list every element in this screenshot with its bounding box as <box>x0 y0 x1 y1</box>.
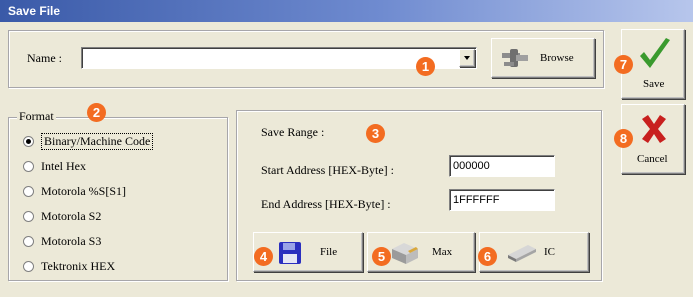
callout-badge-2: 2 <box>87 103 106 122</box>
browse-icon <box>502 49 528 67</box>
save-range-label: Save Range : <box>261 125 325 139</box>
browse-button[interactable]: Browse <box>491 38 595 78</box>
window-title: Save File <box>8 4 61 18</box>
end-address-input[interactable] <box>449 189 555 211</box>
chip-icon <box>508 245 536 262</box>
format-option-label: Intel Hex <box>41 158 86 173</box>
format-option-label: Motorola %S[S1] <box>41 183 126 198</box>
radio[interactable] <box>23 235 34 247</box>
callout-badge-1: 1 <box>416 57 435 76</box>
callout-badge-6: 6 <box>478 247 497 266</box>
start-address-input[interactable] <box>449 155 555 177</box>
radio[interactable] <box>23 260 34 272</box>
format-option-label: Binary/Machine Code <box>41 132 154 150</box>
max-label: Max <box>432 246 453 258</box>
format-option-intel-hex[interactable]: Intel Hex <box>23 157 86 175</box>
format-option-binary[interactable]: Binary/Machine Code <box>23 132 154 150</box>
format-option-tektronix[interactable]: Tektronix HEX <box>23 257 115 275</box>
ic-label: IC <box>544 246 555 258</box>
callout-badge-3: 3 <box>366 124 385 143</box>
radio[interactable] <box>23 210 34 222</box>
callout-badge-7: 7 <box>614 55 633 74</box>
callout-badge-8: 8 <box>614 129 633 148</box>
name-panel: Name : Browse <box>8 30 604 88</box>
floppy-disk-icon <box>279 242 301 264</box>
format-option-motorola-s2[interactable]: Motorola S2 <box>23 207 101 225</box>
chevron-down-icon <box>464 56 470 60</box>
max-box-icon <box>392 243 418 264</box>
format-option-label: Motorola S2 <box>41 208 102 223</box>
end-address-label: End Address [HEX-Byte] : <box>261 197 391 211</box>
format-option-label: Tektronix HEX <box>41 258 116 273</box>
start-address-label: Start Address [HEX-Byte] : <box>261 163 394 177</box>
callout-badge-5: 5 <box>372 247 391 266</box>
format-option-label: Motorola S3 <box>41 233 102 248</box>
checkmark-icon <box>640 38 670 68</box>
radio[interactable] <box>23 185 34 197</box>
save-range-group: Save Range : Start Address [HEX-Byte] : … <box>236 110 602 281</box>
radio-selected[interactable] <box>23 135 34 147</box>
close-icon <box>642 115 666 143</box>
save-file-dialog: Name : Browse 1 Format Binary/Machine Co <box>0 22 693 297</box>
format-legend: Format <box>17 109 56 124</box>
callout-badge-4: 4 <box>254 247 273 266</box>
format-option-motorola-s1[interactable]: Motorola %S[S1] <box>23 182 126 200</box>
format-group: Format Binary/Machine Code Intel Hex Mot… <box>8 109 228 281</box>
format-option-motorola-s3[interactable]: Motorola S3 <box>23 232 101 250</box>
browse-label: Browse <box>540 52 574 64</box>
save-label: Save <box>643 78 665 90</box>
title-bar: Save File <box>0 0 693 22</box>
name-dropdown-button[interactable] <box>459 49 475 67</box>
cancel-label: Cancel <box>637 153 668 165</box>
file-label: File <box>320 246 338 258</box>
radio[interactable] <box>23 160 34 172</box>
name-label: Name : <box>27 51 62 65</box>
